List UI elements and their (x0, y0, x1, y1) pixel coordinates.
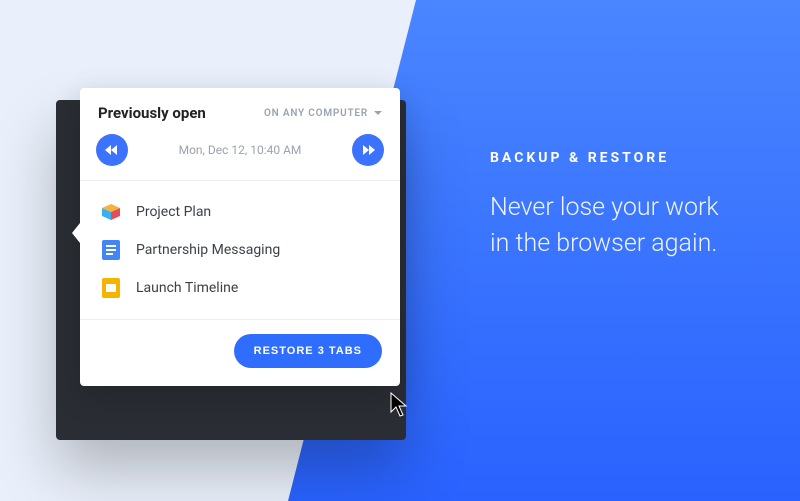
google-docs-icon (100, 239, 122, 261)
date-nav: Mon, Dec 12, 10:40 AM (80, 134, 400, 180)
promo-heading: BACKUP & RESTORE (490, 150, 740, 166)
list-item[interactable]: Partnership Messaging (92, 231, 388, 269)
restore-card: Previously open ON ANY COMPUTER Mon, Dec… (80, 88, 400, 386)
list-item[interactable]: Launch Timeline (92, 269, 388, 307)
prev-button[interactable] (96, 134, 128, 166)
google-slides-icon (100, 277, 122, 299)
card-header: Previously open ON ANY COMPUTER (80, 88, 400, 134)
timestamp: Mon, Dec 12, 10:40 AM (179, 143, 302, 157)
item-label: Partnership Messaging (136, 242, 280, 258)
card-pointer (72, 223, 80, 243)
item-label: Launch Timeline (136, 280, 238, 296)
tab-list: Project Plan Partnership Messaging L (80, 181, 400, 319)
rewind-icon (105, 144, 119, 156)
promo-copy: BACKUP & RESTORE Never lose your work in… (490, 150, 740, 263)
restore-button[interactable]: RESTORE 3 TABS (234, 334, 382, 368)
app-box-icon (100, 201, 122, 223)
card-title: Previously open (98, 104, 206, 122)
filter-dropdown[interactable]: ON ANY COMPUTER (264, 108, 382, 119)
item-label: Project Plan (136, 204, 211, 220)
promo-body: Never lose your work in the browser agai… (490, 190, 740, 263)
next-button[interactable] (352, 134, 384, 166)
forward-icon (361, 144, 375, 156)
filter-label: ON ANY COMPUTER (264, 108, 368, 119)
card-footer: RESTORE 3 TABS (80, 320, 400, 386)
chevron-down-icon (374, 111, 382, 115)
list-item[interactable]: Project Plan (92, 193, 388, 231)
